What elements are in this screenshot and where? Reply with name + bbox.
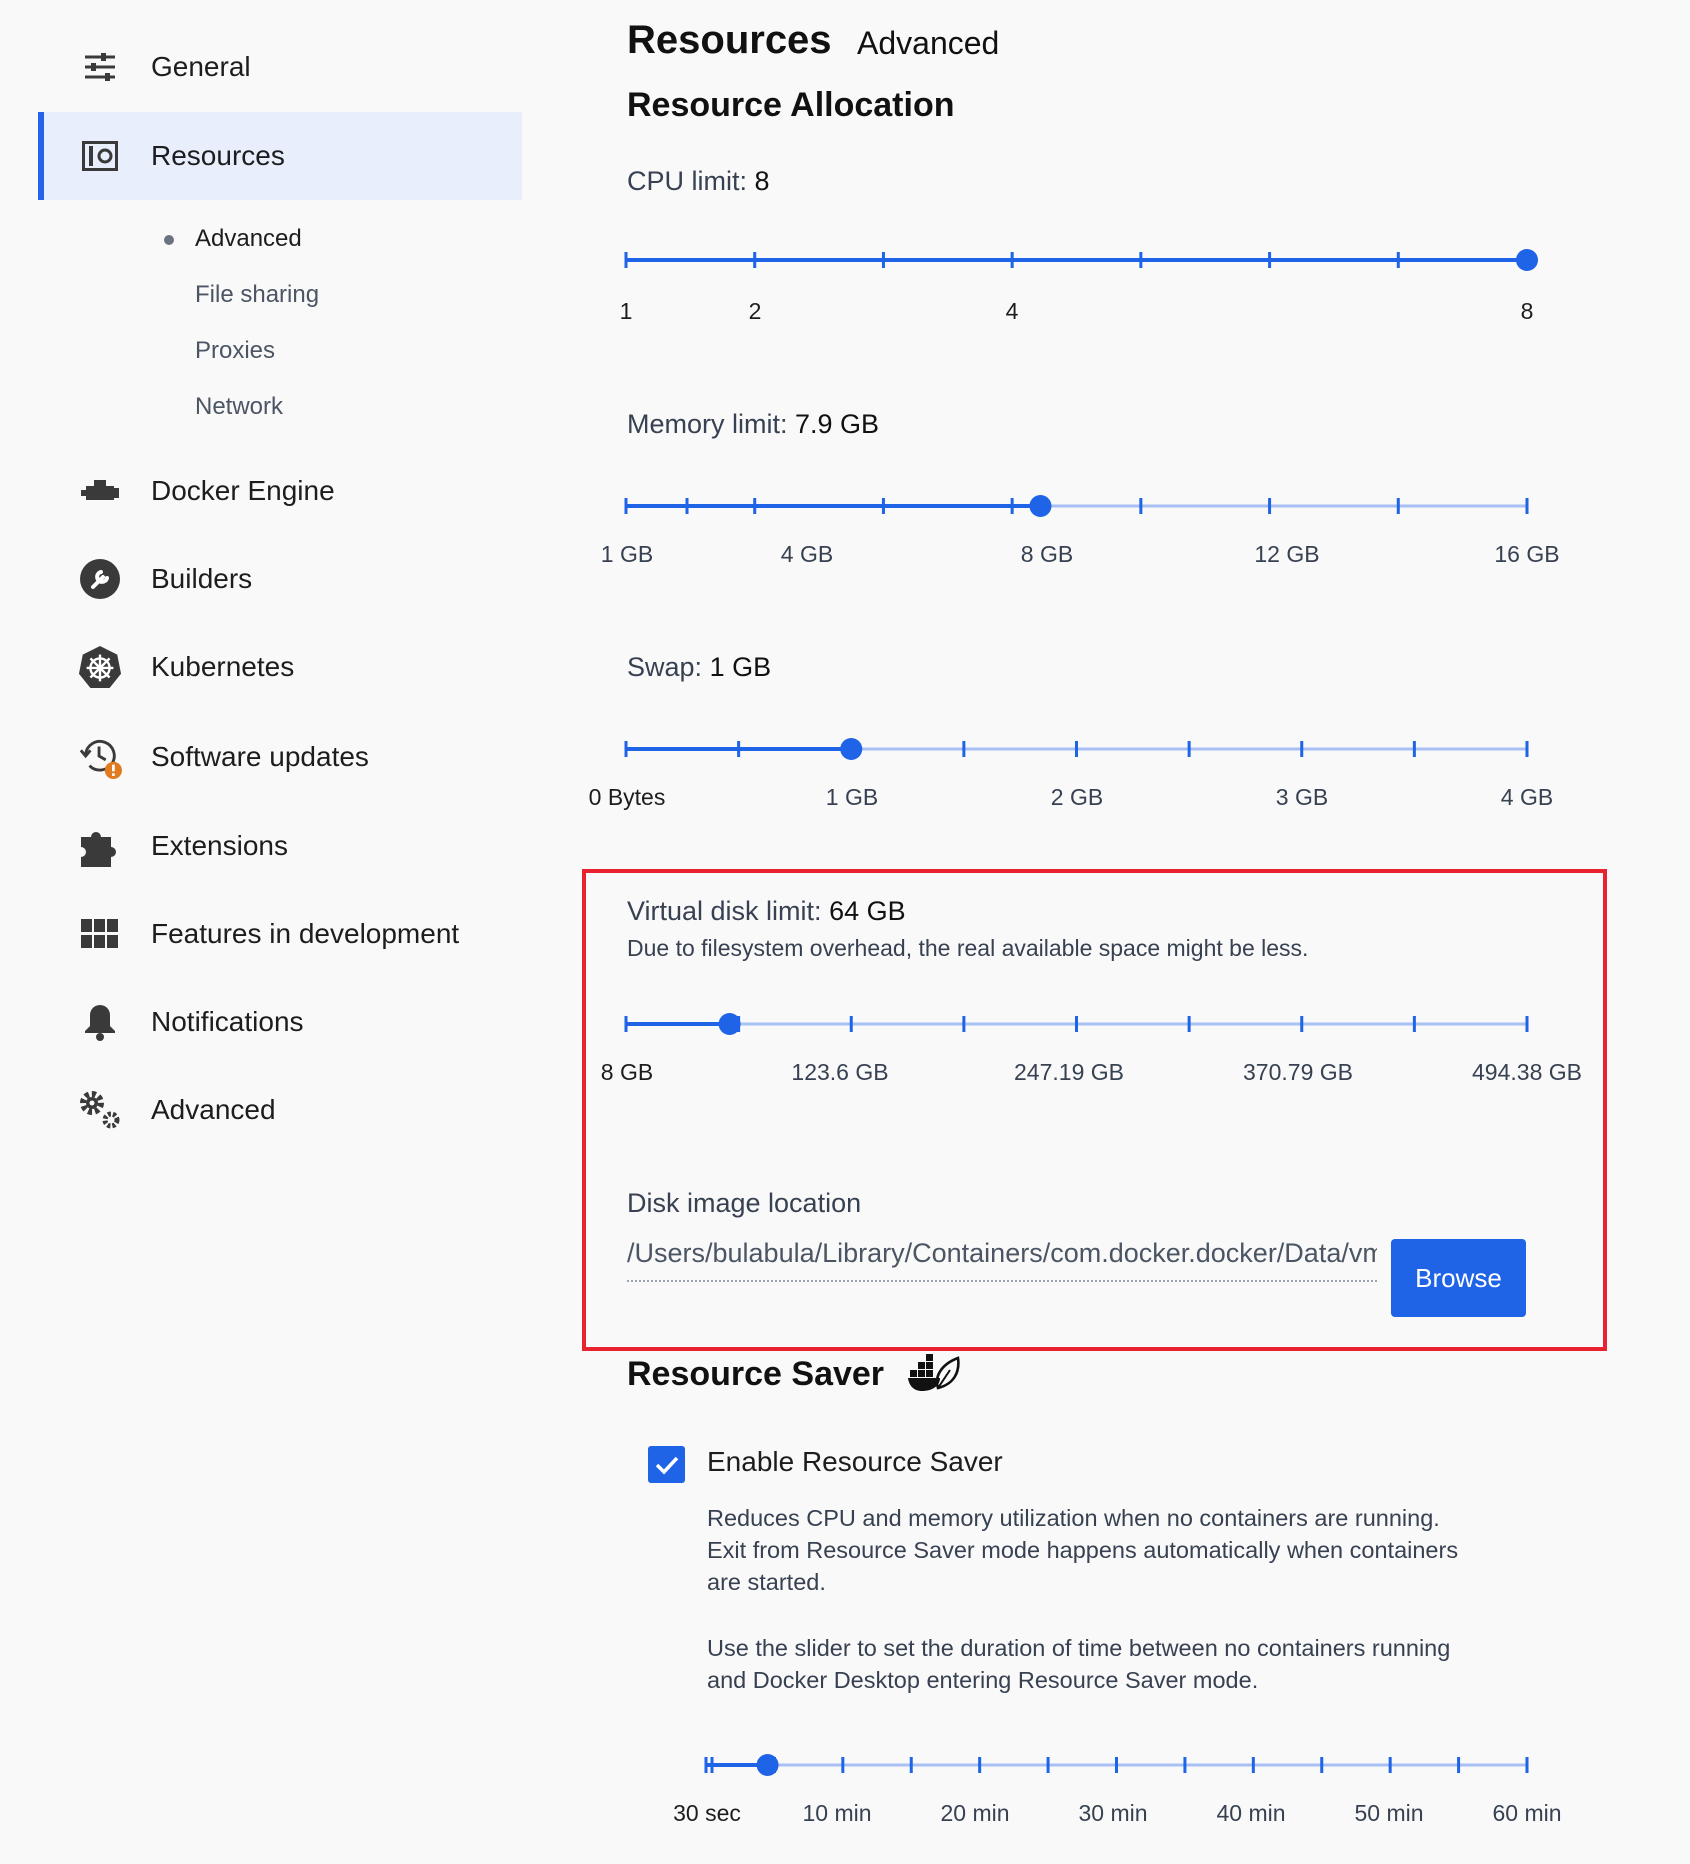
tick-label: 50 min <box>1354 1800 1424 1826</box>
description-line: Reduces CPU and memory utilization when … <box>707 1505 1440 1531</box>
bell-icon <box>78 1000 122 1044</box>
tick-label: 8 GB <box>1020 541 1074 567</box>
sidebar-item-features-in-development[interactable]: Features in development <box>38 890 522 978</box>
tick-label: 20 min <box>940 1800 1010 1826</box>
engine-icon <box>78 469 122 513</box>
subnav-network[interactable]: Network <box>195 393 283 421</box>
slider-thumb[interactable] <box>756 1754 779 1776</box>
tick-label: 40 min <box>1216 1800 1286 1826</box>
disk-image-path-field[interactable]: /Users/bulabula/Library/Containers/com.d… <box>627 1238 1377 1282</box>
sidebar-item-label: Software updates <box>151 741 369 772</box>
slider-thumb[interactable] <box>840 738 863 760</box>
sidebar-item-kubernetes[interactable]: Kubernetes <box>38 623 522 711</box>
helm-icon <box>78 645 122 689</box>
slider-thumb[interactable] <box>718 1013 741 1035</box>
tick-label: 30 min <box>1078 1800 1148 1826</box>
tick-label: 12 GB <box>1254 541 1320 567</box>
enable-resource-saver-checkbox[interactable] <box>648 1446 685 1483</box>
sidebar-item-software-updates[interactable]: Software updates <box>38 713 522 801</box>
tick-label: 494.38 GB <box>1472 1059 1582 1085</box>
disk-image-location-label: Disk image location <box>627 1188 862 1218</box>
settings-window: General Resources Advanced File sharing … <box>0 0 1690 1864</box>
sidebar-item-general[interactable]: General <box>38 23 522 111</box>
memory-limit-slider[interactable] <box>620 486 1540 526</box>
sidebar-item-label: Extensions <box>151 830 288 861</box>
sidebar-item-advanced[interactable]: Advanced <box>38 1066 522 1154</box>
description-line: are started. <box>707 1569 826 1595</box>
swap-label: Swap: 1 GB <box>627 652 772 682</box>
checkmark-icon <box>655 1456 678 1475</box>
tick-label: 247.19 GB <box>1014 1059 1124 1085</box>
section-title-resource-saver: Resource Saver <box>627 1355 885 1393</box>
resource-saver-timeout-slider[interactable] <box>700 1745 1540 1785</box>
tick-label: 0 Bytes <box>588 784 666 810</box>
memory-limit-label: Memory limit: 7.9 GB <box>627 409 880 439</box>
cpu-limit-slider[interactable] <box>620 240 1540 280</box>
sidebar-item-notifications[interactable]: Notifications <box>38 978 522 1066</box>
swap-slider[interactable] <box>620 729 1540 769</box>
grid-icon <box>78 912 122 956</box>
subnav-advanced[interactable]: Advanced <box>195 225 302 253</box>
tick-label: 2 <box>748 298 762 324</box>
sidebar-item-label: Advanced <box>151 1094 276 1125</box>
gears-icon <box>78 1088 122 1132</box>
sidebar-item-label: Kubernetes <box>151 651 295 682</box>
sidebar: General Resources Advanced File sharing … <box>0 0 540 1864</box>
virtual-disk-hint: Due to filesystem overhead, the real ava… <box>627 935 1309 961</box>
resource-saver-slider-description: Use the slider to set the duration of ti… <box>707 1632 1527 1696</box>
virtual-disk-label: Virtual disk limit: 64 GB <box>627 896 906 926</box>
subnav-file-sharing[interactable]: File sharing <box>195 281 319 309</box>
tick-label: 1 GB <box>825 784 879 810</box>
tick-label: 3 GB <box>1275 784 1329 810</box>
sidebar-item-resources[interactable]: Resources <box>38 112 522 200</box>
tick-label: 370.79 GB <box>1243 1059 1353 1085</box>
sidebar-item-builders[interactable]: Builders <box>38 535 522 623</box>
sidebar-item-label: General <box>151 51 251 82</box>
tick-label: 8 GB <box>600 1059 654 1085</box>
sliders-icon <box>78 45 122 89</box>
history-icon <box>78 735 122 779</box>
resources-icon <box>78 134 122 178</box>
sidebar-item-extensions[interactable]: Extensions <box>38 802 522 890</box>
cpu-limit-label: CPU limit: 8 <box>627 166 770 196</box>
browse-button[interactable]: Browse <box>1391 1239 1526 1317</box>
sidebar-item-label: Resources <box>151 140 285 171</box>
slider-thumb[interactable] <box>1029 495 1052 517</box>
subnav-proxies[interactable]: Proxies <box>195 337 275 365</box>
tick-label: 8 <box>1520 298 1534 324</box>
description-line: Use the slider to set the duration of ti… <box>707 1635 1451 1661</box>
sidebar-item-label: Notifications <box>151 1006 304 1037</box>
puzzle-icon <box>78 824 122 868</box>
tick-label: 4 GB <box>780 541 834 567</box>
tick-label: 30 sec <box>673 1800 741 1826</box>
section-title-allocation: Resource Allocation <box>627 86 955 124</box>
tick-label: 1 <box>619 298 633 324</box>
page-title: Resources <box>627 18 832 62</box>
wrench-icon <box>78 557 122 601</box>
slider-thumb[interactable] <box>1516 249 1538 271</box>
description-line: Exit from Resource Saver mode happens au… <box>707 1537 1459 1563</box>
tick-label: 4 GB <box>1500 784 1554 810</box>
sidebar-item-label: Features in development <box>151 918 460 949</box>
tick-label: 2 GB <box>1050 784 1104 810</box>
whale-leaf-icon <box>908 1354 960 1397</box>
tick-label: 123.6 GB <box>791 1059 889 1085</box>
sidebar-item-label: Builders <box>151 563 253 594</box>
sidebar-item-label: Docker Engine <box>151 475 335 506</box>
enable-resource-saver-label: Enable Resource Saver <box>707 1446 1003 1477</box>
current-subitem-dot <box>164 235 174 245</box>
page-subtitle: Advanced <box>857 25 1000 61</box>
sidebar-item-docker-engine[interactable]: Docker Engine <box>38 447 522 535</box>
resource-saver-description: Reduces CPU and memory utilization when … <box>707 1502 1527 1598</box>
virtual-disk-slider[interactable] <box>620 1004 1540 1044</box>
tick-label: 10 min <box>802 1800 872 1826</box>
tick-label: 60 min <box>1492 1800 1562 1826</box>
tick-label: 1 GB <box>600 541 654 567</box>
tick-label: 16 GB <box>1494 541 1560 567</box>
description-line: and Docker Desktop entering Resource Sav… <box>707 1667 1259 1693</box>
tick-label: 4 <box>1005 298 1019 324</box>
